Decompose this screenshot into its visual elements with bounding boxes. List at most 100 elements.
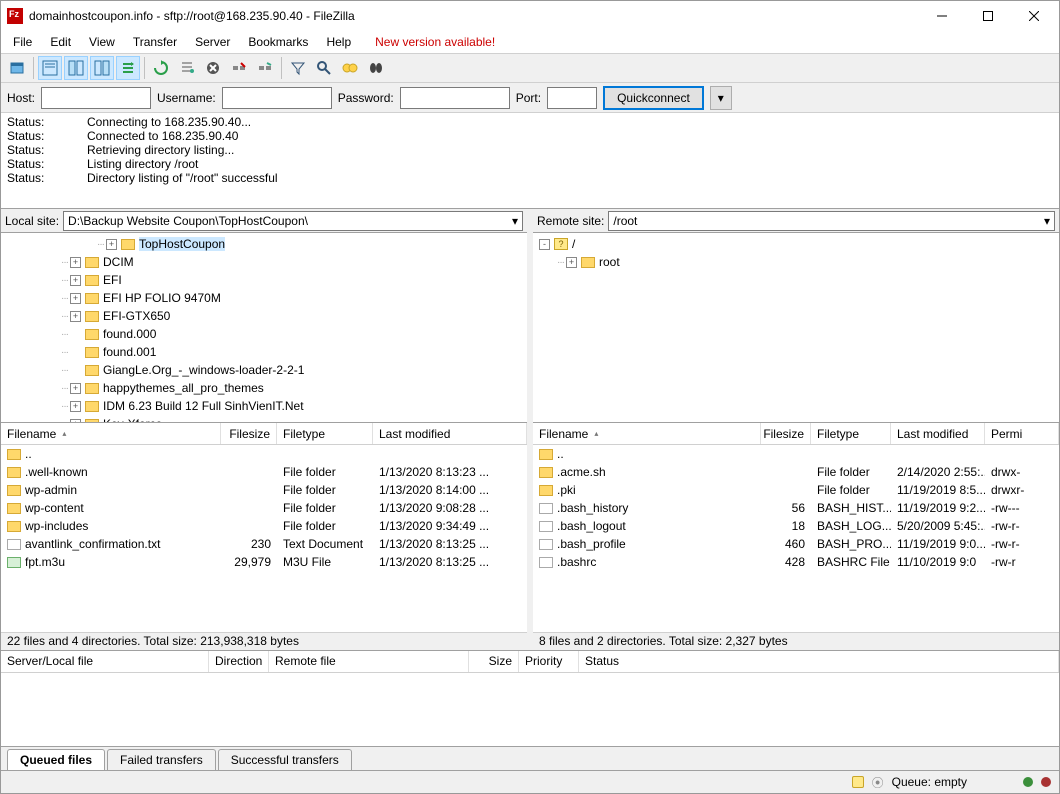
tab-successful[interactable]: Successful transfers: [218, 749, 352, 770]
tree-node[interactable]: ···+happythemes_all_pro_themes: [1, 379, 527, 397]
tab-queued[interactable]: Queued files: [7, 749, 105, 770]
status-bar: ⦿ Queue: empty: [1, 771, 1059, 793]
file-row[interactable]: .bash_profile460BASH_PRO...11/19/2019 9:…: [533, 535, 1059, 553]
log-message: Listing directory /root: [87, 157, 198, 171]
toggle-queue-icon[interactable]: [116, 56, 140, 80]
reconnect-icon[interactable]: [253, 56, 277, 80]
remote-file-list[interactable]: Filename▴ Filesize Filetype Last modifie…: [533, 423, 1059, 632]
col-filename[interactable]: Filename▴: [1, 423, 221, 444]
file-row[interactable]: ..: [533, 445, 1059, 463]
sync-browse-icon[interactable]: [364, 56, 388, 80]
activity-led-recv: [1023, 777, 1033, 787]
log-message: Retrieving directory listing...: [87, 143, 234, 157]
filter-icon[interactable]: [286, 56, 310, 80]
file-row[interactable]: .pkiFile folder11/19/2019 8:5...drwxr-: [533, 481, 1059, 499]
col-filetype[interactable]: Filetype: [277, 423, 373, 444]
file-row[interactable]: wp-adminFile folder1/13/2020 8:14:00 ...: [1, 481, 527, 499]
file-row[interactable]: wp-includesFile folder1/13/2020 9:34:49 …: [1, 517, 527, 535]
password-input[interactable]: [400, 87, 510, 109]
site-manager-icon[interactable]: [5, 56, 29, 80]
refresh-icon[interactable]: [149, 56, 173, 80]
file-row[interactable]: .bashrc428BASHRC File11/10/2019 9:0-rw-r: [533, 553, 1059, 571]
local-path-combo[interactable]: D:\Backup Website Coupon\TopHostCoupon\▾: [63, 211, 523, 231]
menu-file[interactable]: File: [5, 33, 40, 51]
file-row[interactable]: fpt.m3u29,979M3U File1/13/2020 8:13:25 .…: [1, 553, 527, 571]
tree-node[interactable]: ···+EFI-GTX650: [1, 307, 527, 325]
file-row[interactable]: .bash_history56BASH_HIST...11/19/2019 9:…: [533, 499, 1059, 517]
col-permissions[interactable]: Permi: [985, 423, 1059, 444]
menu-edit[interactable]: Edit: [42, 33, 79, 51]
activity-led-send: [1041, 777, 1051, 787]
toggle-log-icon[interactable]: [38, 56, 62, 80]
file-row[interactable]: wp-contentFile folder1/13/2020 9:08:28 .…: [1, 499, 527, 517]
tree-node[interactable]: ···+root: [533, 253, 1059, 271]
process-queue-icon[interactable]: [175, 56, 199, 80]
menu-bar: File Edit View Transfer Server Bookmarks…: [1, 31, 1059, 53]
remote-path-combo[interactable]: /root▾: [608, 211, 1055, 231]
quickconnect-dropdown[interactable]: ▾: [710, 86, 732, 110]
col-filetype[interactable]: Filetype: [811, 423, 891, 444]
tree-node[interactable]: ···+EFI: [1, 271, 527, 289]
file-row[interactable]: avantlink_confirmation.txt230Text Docume…: [1, 535, 527, 553]
tree-node[interactable]: ···found.000: [1, 325, 527, 343]
log-message: Connecting to 168.235.90.40...: [87, 115, 251, 129]
local-tree[interactable]: ···+TopHostCoupon···+DCIM···+EFI···+EFI …: [1, 233, 527, 423]
host-input[interactable]: [41, 87, 151, 109]
disconnect-icon[interactable]: [227, 56, 251, 80]
col-modified[interactable]: Last modified: [373, 423, 527, 444]
col-direction[interactable]: Direction: [209, 651, 269, 672]
menu-new-version[interactable]: New version available!: [367, 33, 503, 51]
port-input[interactable]: [547, 87, 597, 109]
toggle-remote-tree-icon[interactable]: [90, 56, 114, 80]
tree-node[interactable]: -?/: [533, 235, 1059, 253]
menu-help[interactable]: Help: [318, 33, 359, 51]
col-filesize[interactable]: Filesize: [221, 423, 277, 444]
col-modified[interactable]: Last modified: [891, 423, 985, 444]
remote-tree[interactable]: -?/···+root: [533, 233, 1059, 423]
quickconnect-button[interactable]: Quickconnect: [603, 86, 704, 110]
local-file-list[interactable]: Filename▴ Filesize Filetype Last modifie…: [1, 423, 527, 632]
tree-node[interactable]: ···+Key-Xforce: [1, 415, 527, 423]
compare-icon[interactable]: [338, 56, 362, 80]
menu-transfer[interactable]: Transfer: [125, 33, 185, 51]
tree-node[interactable]: ···+IDM 6.23 Build 12 Full SinhVienIT.Ne…: [1, 397, 527, 415]
col-status[interactable]: Status: [579, 651, 1059, 672]
menu-view[interactable]: View: [81, 33, 123, 51]
tree-node[interactable]: ···GiangLe.Org_-_windows-loader-2-2-1: [1, 361, 527, 379]
tree-node[interactable]: ···+EFI HP FOLIO 9470M: [1, 289, 527, 307]
minimize-button[interactable]: [919, 1, 965, 31]
toolbar-sep: [281, 57, 282, 79]
col-priority[interactable]: Priority: [519, 651, 579, 672]
toolbar-sep: [144, 57, 145, 79]
window-title: domainhostcoupon.info - sftp://root@168.…: [29, 9, 919, 23]
col-size[interactable]: Size: [469, 651, 519, 672]
col-serverlocal[interactable]: Server/Local file: [1, 651, 209, 672]
col-filename[interactable]: Filename▴: [533, 423, 761, 444]
local-status: 22 files and 4 directories. Total size: …: [1, 632, 527, 650]
tree-node[interactable]: ···found.001: [1, 343, 527, 361]
tab-failed[interactable]: Failed transfers: [107, 749, 216, 770]
queue-tabs: Queued files Failed transfers Successful…: [1, 747, 1059, 771]
file-row[interactable]: ..: [1, 445, 527, 463]
menu-bookmarks[interactable]: Bookmarks: [240, 33, 316, 51]
file-row[interactable]: .acme.shFile folder2/14/2020 2:55:...drw…: [533, 463, 1059, 481]
app-icon: [7, 8, 23, 24]
password-label: Password:: [338, 91, 394, 105]
transfer-queue[interactable]: Server/Local file Direction Remote file …: [1, 651, 1059, 747]
toggle-local-tree-icon[interactable]: [64, 56, 88, 80]
col-remotefile[interactable]: Remote file: [269, 651, 469, 672]
title-bar: domainhostcoupon.info - sftp://root@168.…: [1, 1, 1059, 31]
close-button[interactable]: [1011, 1, 1057, 31]
maximize-button[interactable]: [965, 1, 1011, 31]
col-filesize[interactable]: Filesize: [761, 423, 811, 444]
menu-server[interactable]: Server: [187, 33, 238, 51]
local-site-label: Local site:: [5, 214, 59, 228]
username-input[interactable]: [222, 87, 332, 109]
tree-node[interactable]: ···+DCIM: [1, 253, 527, 271]
search-icon[interactable]: [312, 56, 336, 80]
file-row[interactable]: .well-knownFile folder1/13/2020 8:13:23 …: [1, 463, 527, 481]
message-log[interactable]: Status:Connecting to 168.235.90.40...Sta…: [1, 113, 1059, 209]
tree-node[interactable]: ···+TopHostCoupon: [1, 235, 527, 253]
cancel-icon[interactable]: [201, 56, 225, 80]
file-row[interactable]: .bash_logout18BASH_LOG...5/20/2009 5:45:…: [533, 517, 1059, 535]
